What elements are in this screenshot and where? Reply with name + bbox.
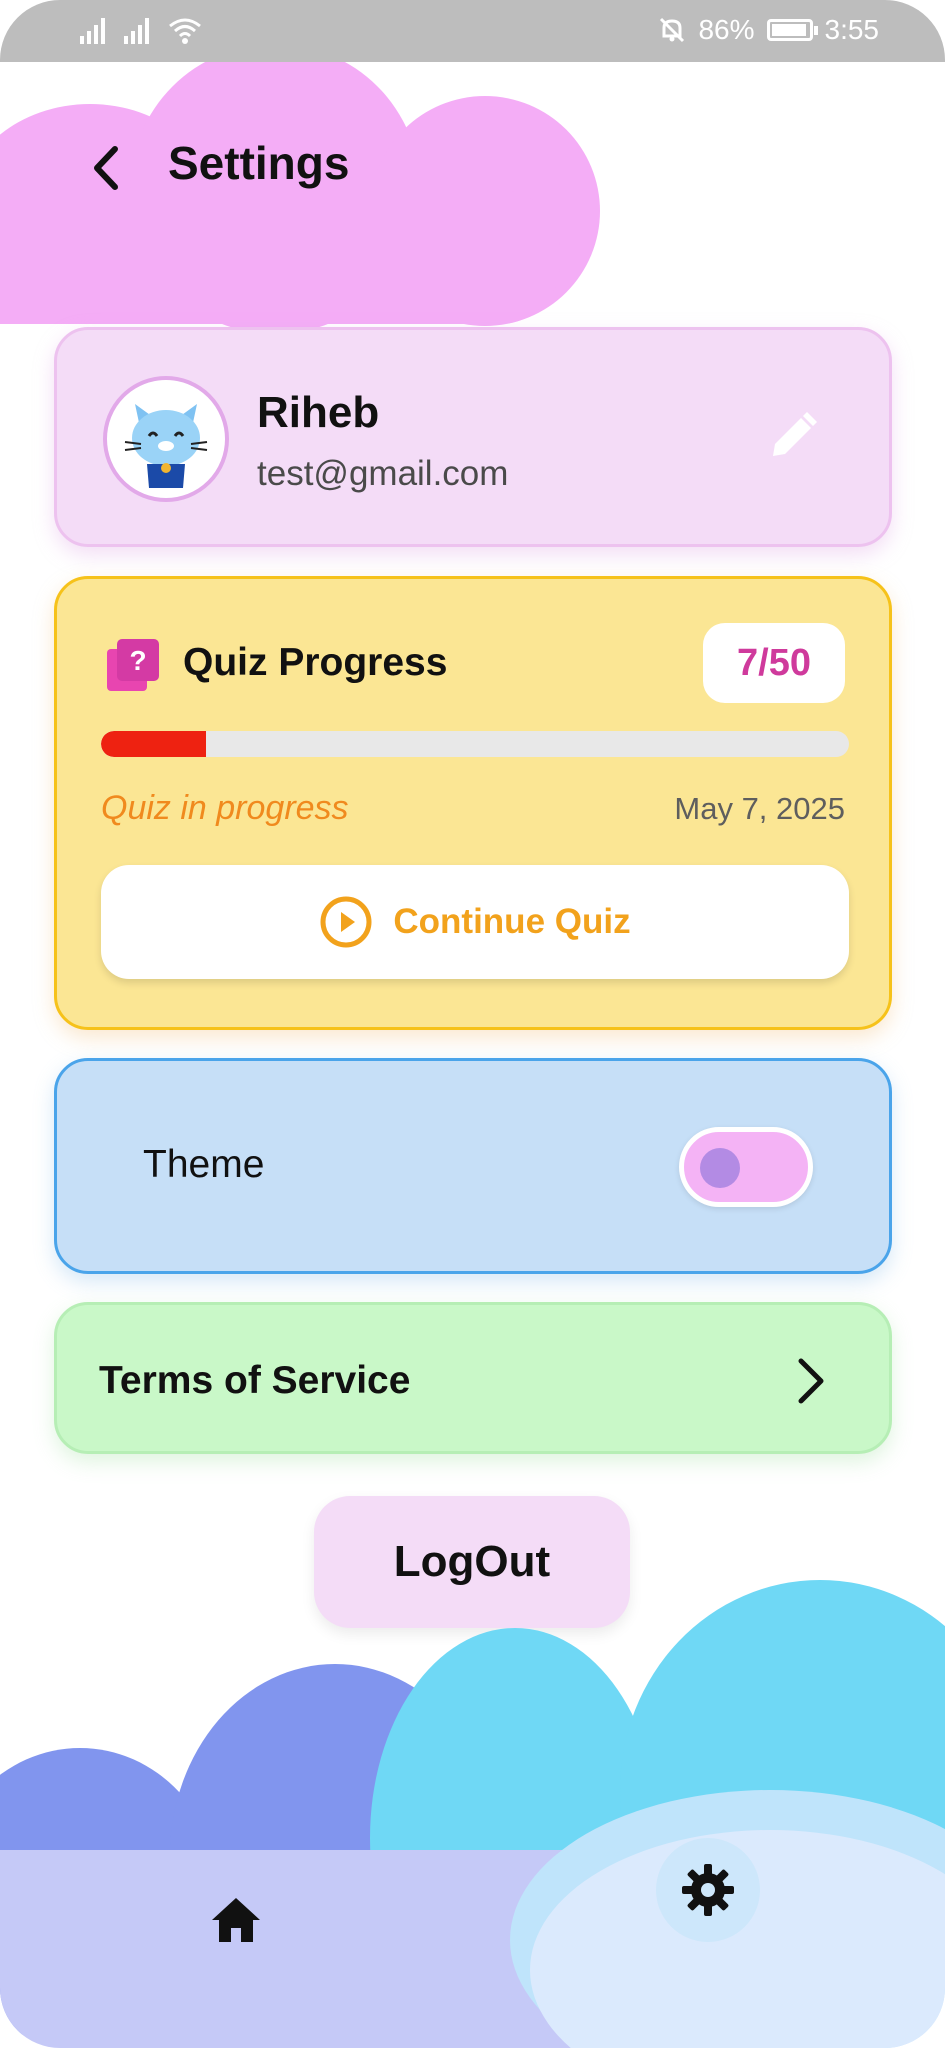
user-email: test@gmail.com bbox=[257, 454, 509, 493]
quiz-date: May 7, 2025 bbox=[674, 791, 845, 826]
terms-label: Terms of Service bbox=[99, 1359, 411, 1402]
bottom-nav-bar bbox=[0, 1790, 945, 2048]
terms-of-service-item[interactable]: Terms of Service bbox=[54, 1302, 892, 1454]
quiz-status: Quiz in progress bbox=[101, 789, 349, 827]
battery-percent: 86% bbox=[698, 14, 755, 45]
nav-home-button[interactable] bbox=[208, 1892, 264, 1948]
quiz-progress-bar bbox=[101, 731, 849, 757]
gear-icon bbox=[682, 1864, 734, 1916]
theme-toggle[interactable] bbox=[679, 1127, 813, 1207]
edit-profile-button[interactable] bbox=[765, 410, 819, 464]
theme-label: Theme bbox=[143, 1143, 265, 1186]
page-title: Settings bbox=[168, 137, 350, 189]
profile-card: Riheb test@gmail.com bbox=[54, 327, 892, 547]
signal-icon bbox=[80, 16, 110, 44]
user-name: Riheb bbox=[257, 388, 380, 437]
quiz-progress-card: ? Quiz Progress 7/50 Quiz in progress Ma… bbox=[54, 576, 892, 1030]
home-icon bbox=[212, 1898, 260, 1942]
svg-text:?: ? bbox=[129, 645, 146, 676]
avatar bbox=[103, 376, 229, 502]
play-circle-icon bbox=[320, 896, 372, 948]
quiz-title: Quiz Progress bbox=[183, 641, 448, 684]
chevron-right-icon bbox=[798, 1358, 824, 1404]
quiz-progress-fill bbox=[101, 731, 206, 757]
logout-button[interactable]: LogOut bbox=[314, 1496, 630, 1628]
status-bar: 86% 3:55 bbox=[0, 0, 945, 62]
nav-settings-button[interactable] bbox=[656, 1838, 760, 1942]
theme-card: Theme bbox=[54, 1058, 892, 1274]
clock: 3:55 bbox=[824, 14, 880, 45]
settings-screen: 86% 3:55 Settings Riheb test@gmail.com ?… bbox=[0, 0, 945, 2048]
signal-icon bbox=[124, 16, 154, 44]
pencil-icon bbox=[773, 412, 817, 456]
battery-icon bbox=[766, 19, 818, 41]
continue-quiz-button[interactable]: Continue Quiz bbox=[101, 865, 849, 979]
logout-label: LogOut bbox=[393, 1537, 551, 1586]
toggle-knob bbox=[700, 1148, 740, 1188]
continue-quiz-label: Continue Quiz bbox=[393, 902, 631, 941]
back-button[interactable] bbox=[82, 138, 130, 198]
chevron-left-icon bbox=[94, 146, 118, 190]
cat-avatar-icon bbox=[124, 404, 208, 488]
quiz-count-badge: 7/50 bbox=[703, 623, 845, 703]
quiz-book-icon: ? bbox=[105, 637, 161, 693]
mute-icon bbox=[660, 17, 685, 43]
wifi-icon bbox=[169, 18, 201, 44]
